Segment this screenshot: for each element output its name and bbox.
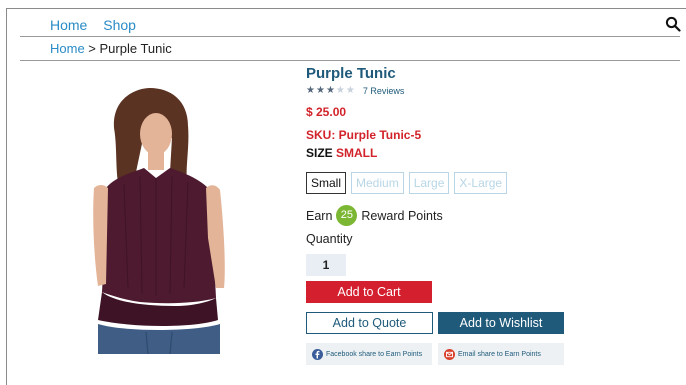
top-nav: Home Shop xyxy=(50,17,148,33)
size-option-x-large[interactable]: X-Large xyxy=(454,172,508,194)
star-icon: ★ xyxy=(335,85,345,96)
star-icon: ★ xyxy=(306,85,315,96)
email-share-label: Email share to Earn Points xyxy=(458,350,541,358)
reward-points-badge: 25 xyxy=(336,205,358,226)
add-to-quote-button[interactable]: Add to Quote xyxy=(306,312,433,334)
email-icon xyxy=(444,348,455,360)
facebook-share-button[interactable]: Facebook share to Earn Points xyxy=(306,343,432,365)
quantity-label: Quantity xyxy=(306,232,353,246)
breadcrumb-current: Purple Tunic xyxy=(99,41,172,56)
reward-points-label: Reward Points xyxy=(361,208,443,223)
product-sku: SKU: Purple Tunic-5 xyxy=(306,128,422,142)
reward-points: Earn 25 Reward Points xyxy=(306,205,443,226)
size-value: SMALL xyxy=(336,146,378,160)
nav-home-link[interactable]: Home xyxy=(50,17,87,33)
earn-label: Earn xyxy=(306,208,333,223)
size-option-small[interactable]: Small xyxy=(306,172,347,194)
product-image xyxy=(84,88,234,355)
product-title: Purple Tunic xyxy=(306,65,396,82)
size-option-large[interactable]: Large xyxy=(408,172,450,194)
breadcrumb: Home > Purple Tunic xyxy=(50,41,172,56)
add-to-cart-button[interactable]: Add to Cart xyxy=(306,281,432,303)
size-indicator: SIZE SMALL xyxy=(306,146,377,160)
email-share-button[interactable]: Email share to Earn Points xyxy=(438,343,564,365)
star-icon: ★ xyxy=(325,85,335,96)
nav-divider xyxy=(20,36,680,37)
search-icon[interactable] xyxy=(665,16,681,32)
quantity-input[interactable]: 1 xyxy=(306,254,346,276)
breadcrumb-separator: > xyxy=(84,41,100,56)
facebook-icon xyxy=(312,348,323,360)
rating: ★ ★ ★ ★ ★ 7 Reviews xyxy=(306,85,404,96)
product-price: $ 25.00 xyxy=(306,105,347,119)
nav-shop-link[interactable]: Shop xyxy=(103,17,136,33)
breadcrumb-divider xyxy=(20,60,680,61)
facebook-share-label: Facebook share to Earn Points xyxy=(326,350,423,358)
star-icon: ★ xyxy=(315,85,325,96)
reviews-link[interactable]: 7 Reviews xyxy=(363,86,405,96)
size-options: Small Medium Large X-Large xyxy=(306,172,512,194)
size-label: SIZE xyxy=(306,146,333,160)
breadcrumb-home-link[interactable]: Home xyxy=(50,41,85,56)
add-to-wishlist-button[interactable]: Add to Wishlist xyxy=(438,312,564,334)
star-icon: ★ xyxy=(345,85,355,96)
size-option-medium[interactable]: Medium xyxy=(351,172,404,194)
